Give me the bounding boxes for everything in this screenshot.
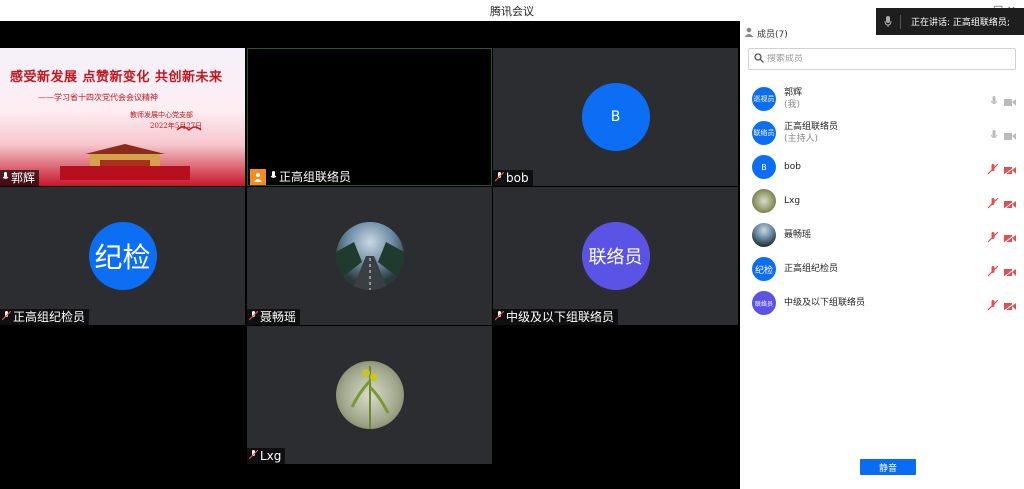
member-name-block: bob [784,161,801,173]
member-avatar: 巡视员 [752,87,776,111]
avatar: 联络员 [581,222,650,290]
microphone-icon [876,16,900,27]
member-name: 郭辉 [784,88,803,98]
member-name-block: 正高组联络员 (主持人) [784,121,838,145]
camera-off-icon[interactable] [1003,262,1017,281]
camera-off-icon[interactable] [1003,160,1017,179]
participant-name: 郭辉 [11,171,36,185]
participant-label: 郭辉 [0,170,40,186]
muted-microphone-icon [248,309,259,325]
member-avatar-photo [752,223,776,247]
participant-name: Lxg [260,449,282,463]
member-avatar-photo [752,189,776,213]
mute-all-button[interactable]: 静音 [860,459,916,475]
banner-subtitle: ——学习省十四次党代会会议精神 [38,93,158,102]
camera-off-icon[interactable] [1003,228,1017,247]
member-row[interactable]: 纪检 正高组纪检员 [740,253,1024,285]
banner-title: 感受新发展 点赞新变化 共创新未来 [10,70,223,85]
search-icon [754,52,764,66]
member-row[interactable]: 聂畅瑶 [740,219,1024,251]
member-role: (主持人) [784,134,819,144]
members-header: 成员(7) [744,27,788,40]
member-name-block: 中级及以下组联络员 [784,297,865,309]
members-panel: 成员(7) 巡视员 郭辉 (我) 联络员 正高组联络员 (主持人) B bob Lx… [740,21,1024,489]
member-row[interactable]: 巡视员 郭辉 (我) [740,83,1024,115]
member-name: 聂畅瑶 [784,230,812,240]
avatar: B [581,83,650,151]
member-row[interactable]: 联络员 正高组联络员 (主持人) [740,117,1024,149]
member-name: 正高组联络员 [784,122,839,132]
member-name: 中级及以下组联络员 [784,298,866,308]
person-icon [744,27,754,40]
participant-name: 正高组纪检员 [13,310,86,324]
participant-label: 聂畅瑶 [247,309,301,325]
participant-name: 中级及以下组联络员 [506,310,615,324]
camera-off-icon[interactable] [1003,194,1017,213]
participant-name: 聂畅瑶 [260,310,297,324]
birds-icon [176,126,202,132]
microphone-icon [2,170,9,186]
muted-microphone-icon[interactable] [987,228,999,247]
tiananmen-illustration [60,144,190,180]
video-grid: 感受新发展 点赞新变化 共创新未来 ——学习省十四次党代会会议精神 教师发展中心… [0,48,738,465]
member-avatar: 联络员 [752,121,776,145]
camera-icon[interactable] [1004,126,1016,145]
muted-microphone-icon[interactable] [987,262,999,281]
microphone-icon[interactable] [990,92,998,111]
muted-microphone-icon[interactable] [987,296,999,315]
microphone-icon[interactable] [990,126,998,145]
participant-label: 中级及以下组联络员 [493,309,619,325]
participant-name: bob [506,171,529,185]
avatar: 纪检 [88,222,157,290]
members-count: 成员(7) [757,30,788,40]
speaking-text: 正在讲话: 正高组联络员; [911,18,1010,28]
member-avatar: B [752,155,776,179]
muted-microphone-icon [1,309,12,325]
member-name-block: 正高组纪检员 [784,263,838,275]
video-tile[interactable]: 正高组联络员 [247,48,492,186]
video-tile[interactable]: 联络员 中级及以下组联络员 [493,187,738,325]
camera-icon[interactable] [1004,92,1016,111]
camera-off-icon[interactable] [1003,296,1017,315]
participant-label: Lxg [247,448,286,464]
member-role: (我) [784,100,801,110]
member-name-block: 郭辉 (我) [784,87,802,111]
muted-microphone-icon [494,170,505,186]
divider [900,14,901,29]
member-row[interactable]: B bob [740,151,1024,183]
video-tile[interactable]: 聂畅瑶 [247,187,492,325]
participant-name: 正高组联络员 [279,170,352,184]
search-input[interactable] [767,54,997,64]
member-avatar: 纪检 [752,257,776,281]
member-name-block: 聂畅瑶 [784,229,811,241]
member-name: Lxg [784,196,801,206]
title-bar: 腾讯会议 □ × [0,0,1024,21]
muted-microphone-icon [494,309,505,325]
host-badge-icon [250,169,266,185]
member-avatar: 联络员 [752,291,776,315]
member-name: 正高组纪检员 [784,264,839,274]
speaking-indicator: 正在讲话: 正高组联络员; [876,8,1024,35]
video-tile[interactable]: B bob [493,48,738,186]
member-row[interactable]: Lxg [740,185,1024,217]
microphone-icon [270,169,277,185]
window-title: 腾讯会议 [490,5,534,18]
video-tile[interactable]: 感受新发展 点赞新变化 共创新未来 ——学习省十四次党代会会议精神 教师发展中心… [0,48,245,186]
video-tile[interactable]: Lxg [247,326,492,464]
search-box[interactable] [748,48,1016,70]
muted-microphone-icon[interactable] [987,160,999,179]
member-name-block: Lxg [784,195,800,207]
avatar-photo [335,222,404,290]
member-name: bob [784,162,801,172]
muted-microphone-icon [248,448,259,464]
shared-banner-image: 感受新发展 点赞新变化 共创新未来 ——学习省十四次党代会会议精神 教师发展中心… [0,48,245,186]
member-row[interactable]: 联络员 中级及以下组联络员 [740,287,1024,319]
muted-microphone-icon[interactable] [987,194,999,213]
participant-label: 正高组纪检员 [0,309,90,325]
avatar-photo [335,361,404,429]
video-tile[interactable]: 纪检 正高组纪检员 [0,187,245,325]
participant-label: 正高组联络员 [248,169,356,185]
banner-org: 教师发展中心党支部 [130,111,193,119]
participant-label: bob [493,170,533,186]
